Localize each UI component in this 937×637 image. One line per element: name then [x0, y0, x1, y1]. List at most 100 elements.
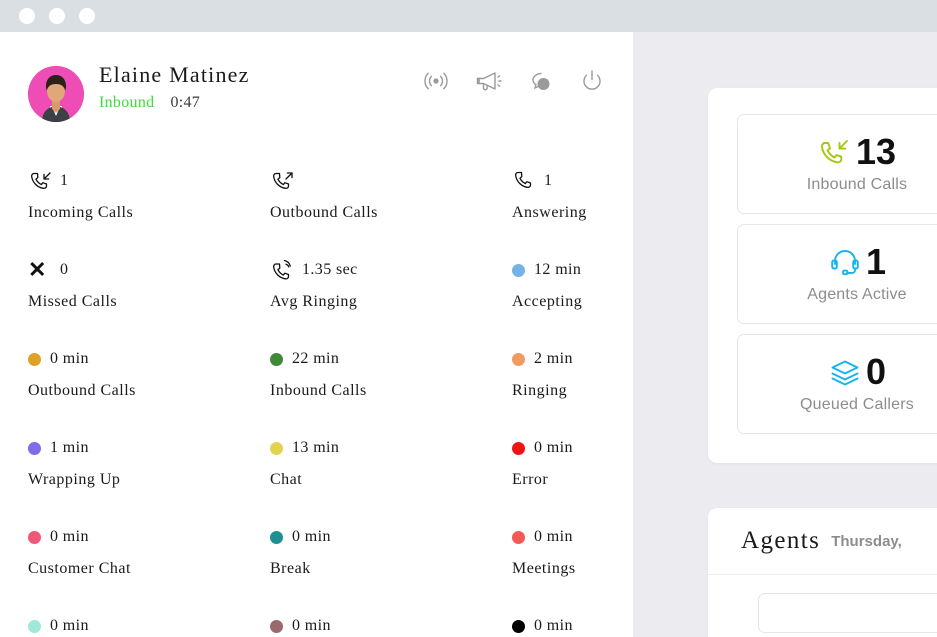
stat-value: 1 min — [50, 439, 89, 456]
phone-incoming-icon — [28, 168, 54, 194]
agent-header-actions — [421, 66, 607, 96]
phone-incoming-icon — [818, 135, 852, 169]
stat-label: Avg Ringing — [270, 293, 358, 310]
status-dot — [512, 441, 525, 455]
stat-label: Inbound Calls — [270, 382, 367, 399]
agent-panel: Elaine Matinez Inbound 0:47 1 Incoming C… — [0, 32, 633, 637]
headset-icon — [828, 245, 862, 279]
stat-ringing: 2 min Ringing — [512, 340, 633, 429]
avatar[interactable] — [28, 66, 84, 122]
status-dot — [28, 441, 41, 455]
power-icon[interactable] — [577, 66, 607, 96]
window-close-button[interactable] — [19, 8, 35, 24]
agent-call-timer: 0:47 — [170, 94, 201, 111]
stat-label: Answering — [512, 204, 587, 221]
stat-value: 22 min — [292, 350, 340, 367]
stat-chat: 13 min Chat — [270, 429, 512, 518]
stat-avg-ringing: 1.35 sec Avg Ringing — [270, 251, 512, 340]
window-titlebar — [0, 0, 937, 32]
stat-label: Customer Chat — [28, 560, 131, 577]
stat-value: 0 min — [50, 350, 89, 367]
stat-value: 1 — [544, 172, 553, 189]
kpi-value: 1 — [865, 241, 887, 282]
stat-wrapping-up: 1 min Wrapping Up — [28, 429, 270, 518]
kpi-label: Queued Callers — [800, 396, 914, 413]
stat-outbound-calls-time: 0 min Outbound Calls — [28, 340, 270, 429]
agents-header: Agents Thursday, — [708, 508, 937, 575]
status-dot — [28, 352, 41, 366]
stat-value: 0 min — [292, 617, 331, 634]
window-maximize-button[interactable] — [79, 8, 95, 24]
stat-value: 1 — [60, 172, 69, 189]
window-minimize-button[interactable] — [49, 8, 65, 24]
chat-bubbles-icon[interactable] — [525, 66, 555, 96]
kpi-card: 13 Inbound Calls 1 Agents Active 0 Queue… — [708, 88, 937, 463]
stat-row6-col2: 0 min — [270, 607, 512, 637]
close-x-icon: ✕ — [28, 257, 47, 282]
kpi-label: Agents Active — [807, 286, 907, 303]
agent-name: Elaine Matinez — [99, 62, 250, 87]
agent-status: Inbound 0:47 — [99, 94, 200, 112]
stat-row6-col3: 0 min — [512, 607, 633, 637]
stat-customer-chat: 0 min Customer Chat — [28, 518, 270, 607]
stat-label: Ringing — [512, 382, 568, 399]
kpi-list: 13 Inbound Calls 1 Agents Active 0 Queue… — [708, 88, 937, 434]
status-dot — [512, 619, 525, 633]
stat-value: 0 min — [534, 528, 573, 545]
kpi-inbound-calls[interactable]: 13 Inbound Calls — [737, 114, 937, 214]
app-window: Elaine Matinez Inbound 0:47 1 Incoming C… — [0, 0, 937, 637]
stat-missed-calls: ✕ 0 Missed Calls — [28, 251, 270, 340]
stat-value: 0 min — [50, 617, 89, 634]
stat-label: Chat — [270, 471, 303, 488]
stat-label: Break — [270, 560, 311, 577]
stat-break: 0 min Break — [270, 518, 512, 607]
stat-answering: 1 Answering — [512, 162, 633, 251]
stat-inbound-calls-time: 22 min Inbound Calls — [270, 340, 512, 429]
stat-label: Outbound Calls — [28, 382, 136, 399]
status-dot — [512, 263, 525, 277]
stat-value: 12 min — [534, 261, 582, 278]
stat-value: 0 — [60, 261, 69, 278]
stat-value: 0 min — [292, 528, 331, 545]
stat-value: 1.35 sec — [302, 261, 358, 278]
kpi-value: 0 — [865, 351, 887, 392]
agents-table-row[interactable] — [758, 593, 937, 633]
stat-value: 2 min — [534, 350, 573, 367]
status-dot — [28, 530, 41, 544]
stat-label: Missed Calls — [28, 293, 118, 310]
stat-label: Outbound Calls — [270, 204, 378, 221]
status-dot — [270, 441, 283, 455]
stat-incoming-calls: 1 Incoming Calls — [28, 162, 270, 251]
phone-ringing-icon — [270, 257, 296, 283]
kpi-queued-callers[interactable]: 0 Queued Callers — [737, 334, 937, 434]
megaphone-icon[interactable] — [473, 66, 503, 96]
broadcast-icon[interactable] — [421, 66, 451, 96]
stat-label: Accepting — [512, 293, 583, 310]
agents-card: Agents Thursday, — [708, 508, 937, 637]
kpi-value: 13 — [855, 131, 897, 172]
status-dot — [270, 352, 283, 366]
window-controls — [19, 8, 95, 24]
agent-stats-grid: 1 Incoming Calls Outbound Calls 1 Answer… — [0, 162, 633, 637]
kpi-agents-active[interactable]: 1 Agents Active — [737, 224, 937, 324]
agents-date: Thursday, — [831, 532, 902, 550]
status-dot — [28, 619, 41, 633]
status-dot — [512, 530, 525, 544]
agent-header: Elaine Matinez Inbound 0:47 — [0, 62, 633, 140]
stat-label: Incoming Calls — [28, 204, 134, 221]
stat-value: 0 min — [50, 528, 89, 545]
stat-error: 0 min Error — [512, 429, 633, 518]
stat-value: 0 min — [534, 439, 573, 456]
status-dot — [512, 352, 525, 366]
status-dot — [270, 530, 283, 544]
stat-outbound-calls: Outbound Calls — [270, 162, 512, 251]
agent-state-label: Inbound — [99, 94, 155, 111]
status-dot — [270, 619, 283, 633]
stat-label: Wrapping Up — [28, 471, 121, 488]
layers-icon — [828, 355, 862, 389]
stat-label: Error — [512, 471, 549, 488]
stat-value: 13 min — [292, 439, 340, 456]
kpi-label: Inbound Calls — [806, 176, 908, 193]
stat-accepting: 12 min Accepting — [512, 251, 633, 340]
stat-label: Meetings — [512, 560, 576, 577]
